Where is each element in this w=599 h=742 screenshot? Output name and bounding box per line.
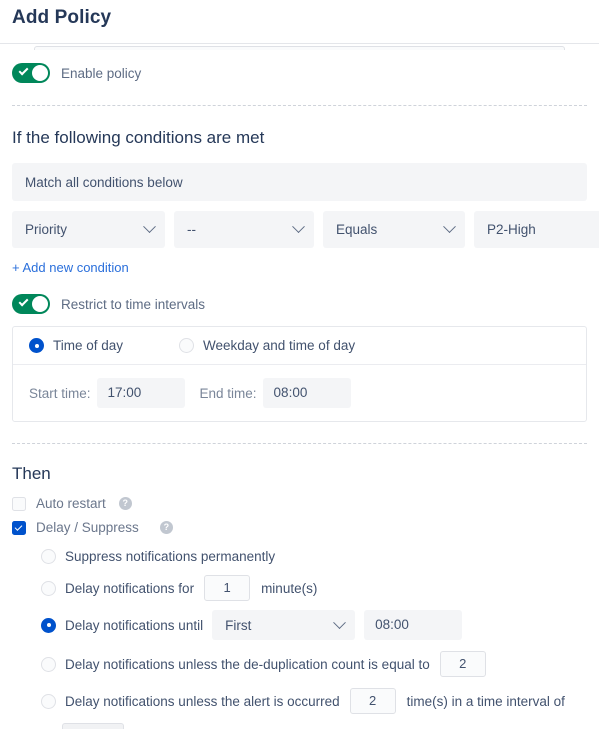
start-time-label: Start time: bbox=[29, 385, 91, 401]
enable-policy-row[interactable]: Enable policy bbox=[12, 63, 587, 83]
option-suppress-permanently[interactable]: Suppress notifications permanently bbox=[41, 549, 587, 564]
start-time-input[interactable]: 17:00 bbox=[96, 378, 185, 408]
chevron-down-icon bbox=[143, 220, 156, 234]
toggle-switch-on-icon[interactable] bbox=[12, 63, 50, 83]
check-icon bbox=[18, 65, 29, 76]
option-label: Delay notifications unless the de-duplic… bbox=[65, 656, 430, 672]
radio-button-icon[interactable] bbox=[41, 617, 56, 633]
restrict-time-intervals-label: Restrict to time intervals bbox=[61, 296, 206, 312]
toggle-switch-on-icon[interactable] bbox=[12, 294, 50, 314]
toggle-knob bbox=[32, 296, 48, 312]
condition-attribute-value: Priority bbox=[25, 222, 68, 237]
clipped-field-above-fold[interactable] bbox=[34, 46, 565, 50]
radio-button-icon[interactable] bbox=[41, 656, 56, 672]
chevron-down-icon bbox=[333, 615, 346, 629]
condition-value-text: P2-High bbox=[487, 222, 536, 237]
auto-restart-label: Auto restart bbox=[36, 496, 106, 511]
end-time-label: End time: bbox=[199, 385, 257, 401]
time-interval-card: Time of day Weekday and time of day Star… bbox=[12, 326, 587, 422]
match-conditions-label: Match all conditions below bbox=[25, 174, 183, 190]
radio-weekday-label: Weekday and time of day bbox=[203, 338, 356, 353]
chevron-down-icon bbox=[292, 220, 305, 234]
then-section-title: Then bbox=[12, 464, 51, 483]
conditions-section-title: If the following conditions are met bbox=[12, 128, 265, 147]
radio-button-icon[interactable] bbox=[41, 580, 56, 596]
enable-policy-label: Enable policy bbox=[61, 65, 142, 81]
end-time-input[interactable]: 08:00 bbox=[262, 378, 351, 408]
delay-until-select-value: First bbox=[225, 617, 252, 633]
delay-suppress-row[interactable]: Delay / Suppress ? bbox=[12, 520, 587, 535]
option-label: Delay notifications until bbox=[65, 617, 204, 633]
condition-attribute-select[interactable]: Priority bbox=[12, 211, 165, 248]
condition-operator-select[interactable]: Equals bbox=[323, 211, 465, 248]
check-icon bbox=[18, 296, 29, 307]
question-mark-icon[interactable]: ? bbox=[159, 521, 173, 534]
delay-suppress-label: Delay / Suppress bbox=[36, 520, 139, 535]
option-delay-unless-dedup[interactable]: Delay notifications unless the de-duplic… bbox=[41, 651, 587, 677]
header-divider bbox=[0, 43, 599, 44]
option-label: Delay notifications unless the alert is … bbox=[65, 693, 340, 709]
add-new-condition-link[interactable]: + Add new condition bbox=[12, 260, 587, 275]
condition-operator-value: Equals bbox=[336, 222, 378, 237]
radio-button-icon[interactable] bbox=[29, 338, 44, 353]
auto-restart-row[interactable]: Auto restart ? bbox=[12, 496, 587, 511]
option-label: Suppress notifications permanently bbox=[65, 549, 276, 564]
minutes-unit-label: minute(s) bbox=[261, 580, 318, 596]
divider-after-enable bbox=[12, 105, 587, 106]
option-delay-until[interactable]: Delay notifications until First 08:00 bbox=[41, 610, 587, 640]
option-label: Delay notifications for bbox=[65, 580, 195, 596]
delay-until-select[interactable]: First bbox=[212, 610, 356, 640]
add-policy-panel: Add Policy Enable policy If the followin… bbox=[0, 0, 599, 742]
condition-extra-value: -- bbox=[187, 222, 196, 237]
delay-minutes-input[interactable]: 1 bbox=[204, 575, 251, 601]
radio-button-icon[interactable] bbox=[41, 693, 56, 709]
question-mark-icon[interactable]: ? bbox=[118, 497, 132, 510]
condition-row: Priority -- Equals P2-High bbox=[12, 211, 599, 248]
radio-time-of-day[interactable]: Time of day bbox=[29, 338, 179, 353]
delay-until-time-input[interactable]: 08:00 bbox=[364, 610, 463, 640]
option-delay-unless-occurred[interactable]: Delay notifications unless the alert is … bbox=[41, 688, 587, 714]
dedup-count-input[interactable]: 2 bbox=[439, 651, 486, 677]
chevron-down-icon bbox=[443, 220, 456, 234]
page-title: Add Policy bbox=[12, 7, 112, 28]
divider-before-then bbox=[12, 443, 587, 444]
time-mode-row: Time of day Weekday and time of day bbox=[13, 327, 586, 365]
clipped-interval-input[interactable] bbox=[62, 723, 124, 729]
condition-value-field[interactable]: P2-High bbox=[474, 211, 599, 248]
radio-time-of-day-label: Time of day bbox=[53, 338, 124, 353]
radio-button-icon[interactable] bbox=[179, 338, 194, 353]
occurrence-count-input[interactable]: 2 bbox=[349, 688, 396, 714]
match-conditions-bar[interactable]: Match all conditions below bbox=[12, 163, 587, 201]
toggle-knob bbox=[32, 65, 48, 81]
time-range-row: Start time: 17:00 End time: 08:00 bbox=[13, 365, 586, 421]
condition-extra-select[interactable]: -- bbox=[174, 211, 314, 248]
checkbox-auto-restart[interactable] bbox=[12, 496, 26, 511]
restrict-time-intervals-row[interactable]: Restrict to time intervals bbox=[12, 294, 587, 314]
radio-weekday-and-time-of-day[interactable]: Weekday and time of day bbox=[179, 338, 355, 353]
option-delay-for-minutes[interactable]: Delay notifications for 1 minute(s) bbox=[41, 575, 587, 601]
occurrence-interval-label: time(s) in a time interval of bbox=[406, 693, 565, 709]
radio-button-icon[interactable] bbox=[41, 549, 56, 564]
checkbox-delay-suppress[interactable] bbox=[12, 520, 26, 535]
